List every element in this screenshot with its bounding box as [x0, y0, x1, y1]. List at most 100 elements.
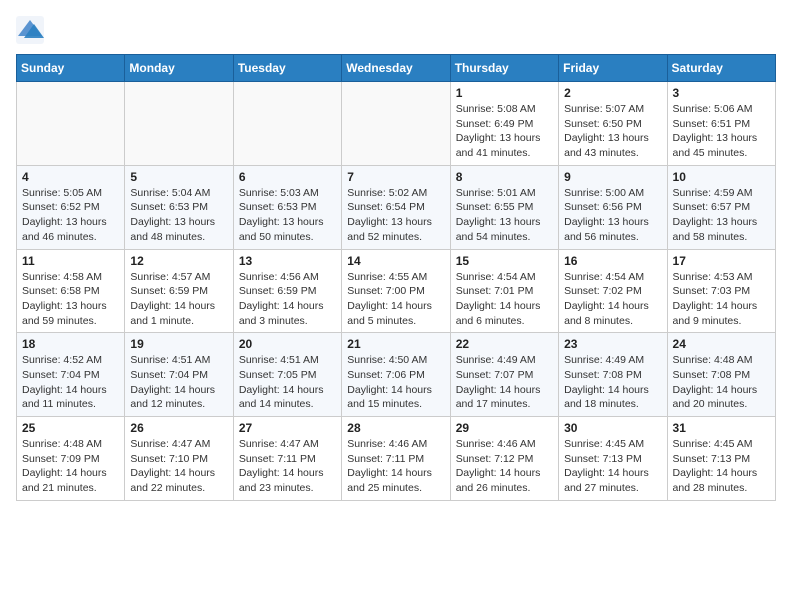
day-cell — [17, 82, 125, 166]
day-cell: 8 Sunrise: 5:01 AMSunset: 6:55 PMDaylight… — [450, 165, 558, 249]
day-cell: 3Sunrise: 5:06 AMSunset: 6:51 PMDaylight… — [667, 82, 775, 166]
day-number: 26 — [130, 421, 227, 435]
day-cell: 5 Sunrise: 5:04 AMSunset: 6:53 PMDaylight… — [125, 165, 233, 249]
day-info: Sunrise: 4:56 AMSunset: 6:59 PMDaylight:… — [239, 270, 336, 329]
day-cell: 23Sunrise: 4:49 AMSunset: 7:08 PMDayligh… — [559, 333, 667, 417]
day-info: Sunrise: 5:00 AMSunset: 6:56 PMDaylight:… — [564, 186, 661, 245]
day-number: 5 — [130, 170, 227, 184]
week-row-1: 1 Sunrise: 5:08 AMSunset: 6:49 PMDaylight… — [17, 82, 776, 166]
day-cell: 7 Sunrise: 5:02 AMSunset: 6:54 PMDaylight… — [342, 165, 450, 249]
day-info: Sunrise: 4:51 AMSunset: 7:04 PMDaylight:… — [130, 353, 227, 412]
day-cell: 4 Sunrise: 5:05 AMSunset: 6:52 PMDaylight… — [17, 165, 125, 249]
day-info: Sunrise: 4:49 AMSunset: 7:08 PMDaylight:… — [564, 353, 661, 412]
header-row: SundayMondayTuesdayWednesdayThursdayFrid… — [17, 55, 776, 82]
day-cell: 27 Sunrise: 4:47 AMSunset: 7:11 PMDayligh… — [233, 417, 341, 501]
day-info: Sunrise: 4:52 AMSunset: 7:04 PMDaylight:… — [22, 353, 119, 412]
day-cell: 1 Sunrise: 5:08 AMSunset: 6:49 PMDaylight… — [450, 82, 558, 166]
day-cell: 21Sunrise: 4:50 AMSunset: 7:06 PMDayligh… — [342, 333, 450, 417]
day-cell: 13Sunrise: 4:56 AMSunset: 6:59 PMDayligh… — [233, 249, 341, 333]
day-number: 22 — [456, 337, 553, 351]
week-row-4: 18 Sunrise: 4:52 AMSunset: 7:04 PMDayligh… — [17, 333, 776, 417]
day-info: Sunrise: 5:05 AMSunset: 6:52 PMDaylight:… — [22, 186, 119, 245]
calendar-body: 1 Sunrise: 5:08 AMSunset: 6:49 PMDaylight… — [17, 82, 776, 501]
day-cell: 20 Sunrise: 4:51 AMSunset: 7:05 PMDayligh… — [233, 333, 341, 417]
day-info: Sunrise: 5:04 AMSunset: 6:53 PMDaylight:… — [130, 186, 227, 245]
day-info: Sunrise: 4:48 AMSunset: 7:09 PMDaylight:… — [22, 437, 119, 496]
day-cell — [342, 82, 450, 166]
day-info: Sunrise: 4:48 AMSunset: 7:08 PMDaylight:… — [673, 353, 770, 412]
logo-icon — [16, 16, 44, 44]
day-info: Sunrise: 4:57 AMSunset: 6:59 PMDaylight:… — [130, 270, 227, 329]
day-number: 6 — [239, 170, 336, 184]
day-cell: 31Sunrise: 4:45 AMSunset: 7:13 PMDayligh… — [667, 417, 775, 501]
day-cell: 9 Sunrise: 5:00 AMSunset: 6:56 PMDaylight… — [559, 165, 667, 249]
day-number: 20 — [239, 337, 336, 351]
day-number: 12 — [130, 254, 227, 268]
day-info: Sunrise: 4:58 AMSunset: 6:58 PMDaylight:… — [22, 270, 119, 329]
week-row-3: 11Sunrise: 4:58 AMSunset: 6:58 PMDayligh… — [17, 249, 776, 333]
day-info: Sunrise: 5:08 AMSunset: 6:49 PMDaylight:… — [456, 102, 553, 161]
day-info: Sunrise: 5:03 AMSunset: 6:53 PMDaylight:… — [239, 186, 336, 245]
header-day-saturday: Saturday — [667, 55, 775, 82]
day-info: Sunrise: 4:47 AMSunset: 7:10 PMDaylight:… — [130, 437, 227, 496]
header-day-tuesday: Tuesday — [233, 55, 341, 82]
day-number: 2 — [564, 86, 661, 100]
day-cell: 17 Sunrise: 4:53 AMSunset: 7:03 PMDayligh… — [667, 249, 775, 333]
day-info: Sunrise: 5:01 AMSunset: 6:55 PMDaylight:… — [456, 186, 553, 245]
day-cell: 12 Sunrise: 4:57 AMSunset: 6:59 PMDayligh… — [125, 249, 233, 333]
header-day-monday: Monday — [125, 55, 233, 82]
day-cell: 28Sunrise: 4:46 AMSunset: 7:11 PMDayligh… — [342, 417, 450, 501]
day-cell: 30 Sunrise: 4:45 AMSunset: 7:13 PMDayligh… — [559, 417, 667, 501]
day-cell: 15 Sunrise: 4:54 AMSunset: 7:01 PMDayligh… — [450, 249, 558, 333]
day-cell: 24Sunrise: 4:48 AMSunset: 7:08 PMDayligh… — [667, 333, 775, 417]
day-cell — [125, 82, 233, 166]
day-cell: 29 Sunrise: 4:46 AMSunset: 7:12 PMDayligh… — [450, 417, 558, 501]
day-info: Sunrise: 4:49 AMSunset: 7:07 PMDaylight:… — [456, 353, 553, 412]
day-number: 9 — [564, 170, 661, 184]
day-number: 10 — [673, 170, 770, 184]
day-info: Sunrise: 5:07 AMSunset: 6:50 PMDaylight:… — [564, 102, 661, 161]
header-day-thursday: Thursday — [450, 55, 558, 82]
day-cell: 11Sunrise: 4:58 AMSunset: 6:58 PMDayligh… — [17, 249, 125, 333]
day-cell: 26 Sunrise: 4:47 AMSunset: 7:10 PMDayligh… — [125, 417, 233, 501]
day-info: Sunrise: 4:46 AMSunset: 7:12 PMDaylight:… — [456, 437, 553, 496]
day-info: Sunrise: 4:50 AMSunset: 7:06 PMDaylight:… — [347, 353, 444, 412]
day-cell: 16Sunrise: 4:54 AMSunset: 7:02 PMDayligh… — [559, 249, 667, 333]
week-row-2: 4 Sunrise: 5:05 AMSunset: 6:52 PMDaylight… — [17, 165, 776, 249]
day-number: 29 — [456, 421, 553, 435]
day-cell — [233, 82, 341, 166]
calendar-table: SundayMondayTuesdayWednesdayThursdayFrid… — [16, 54, 776, 501]
day-info: Sunrise: 4:59 AMSunset: 6:57 PMDaylight:… — [673, 186, 770, 245]
day-number: 16 — [564, 254, 661, 268]
day-info: Sunrise: 4:54 AMSunset: 7:01 PMDaylight:… — [456, 270, 553, 329]
day-number: 15 — [456, 254, 553, 268]
day-number: 7 — [347, 170, 444, 184]
logo — [16, 16, 48, 44]
day-cell: 2 Sunrise: 5:07 AMSunset: 6:50 PMDaylight… — [559, 82, 667, 166]
page-header — [16, 16, 776, 44]
day-number: 14 — [347, 254, 444, 268]
day-cell: 22 Sunrise: 4:49 AMSunset: 7:07 PMDayligh… — [450, 333, 558, 417]
day-number: 1 — [456, 86, 553, 100]
day-number: 18 — [22, 337, 119, 351]
calendar-header: SundayMondayTuesdayWednesdayThursdayFrid… — [17, 55, 776, 82]
week-row-5: 25Sunrise: 4:48 AMSunset: 7:09 PMDayligh… — [17, 417, 776, 501]
day-number: 27 — [239, 421, 336, 435]
day-info: Sunrise: 4:53 AMSunset: 7:03 PMDaylight:… — [673, 270, 770, 329]
day-number: 31 — [673, 421, 770, 435]
day-number: 4 — [22, 170, 119, 184]
day-number: 8 — [456, 170, 553, 184]
day-cell: 6 Sunrise: 5:03 AMSunset: 6:53 PMDaylight… — [233, 165, 341, 249]
header-day-wednesday: Wednesday — [342, 55, 450, 82]
day-cell: 18 Sunrise: 4:52 AMSunset: 7:04 PMDayligh… — [17, 333, 125, 417]
day-number: 30 — [564, 421, 661, 435]
day-number: 19 — [130, 337, 227, 351]
day-info: Sunrise: 4:45 AMSunset: 7:13 PMDaylight:… — [564, 437, 661, 496]
day-cell: 25Sunrise: 4:48 AMSunset: 7:09 PMDayligh… — [17, 417, 125, 501]
day-number: 3 — [673, 86, 770, 100]
day-info: Sunrise: 4:55 AMSunset: 7:00 PMDaylight:… — [347, 270, 444, 329]
day-info: Sunrise: 4:51 AMSunset: 7:05 PMDaylight:… — [239, 353, 336, 412]
day-info: Sunrise: 4:47 AMSunset: 7:11 PMDaylight:… — [239, 437, 336, 496]
day-number: 17 — [673, 254, 770, 268]
day-info: Sunrise: 5:02 AMSunset: 6:54 PMDaylight:… — [347, 186, 444, 245]
